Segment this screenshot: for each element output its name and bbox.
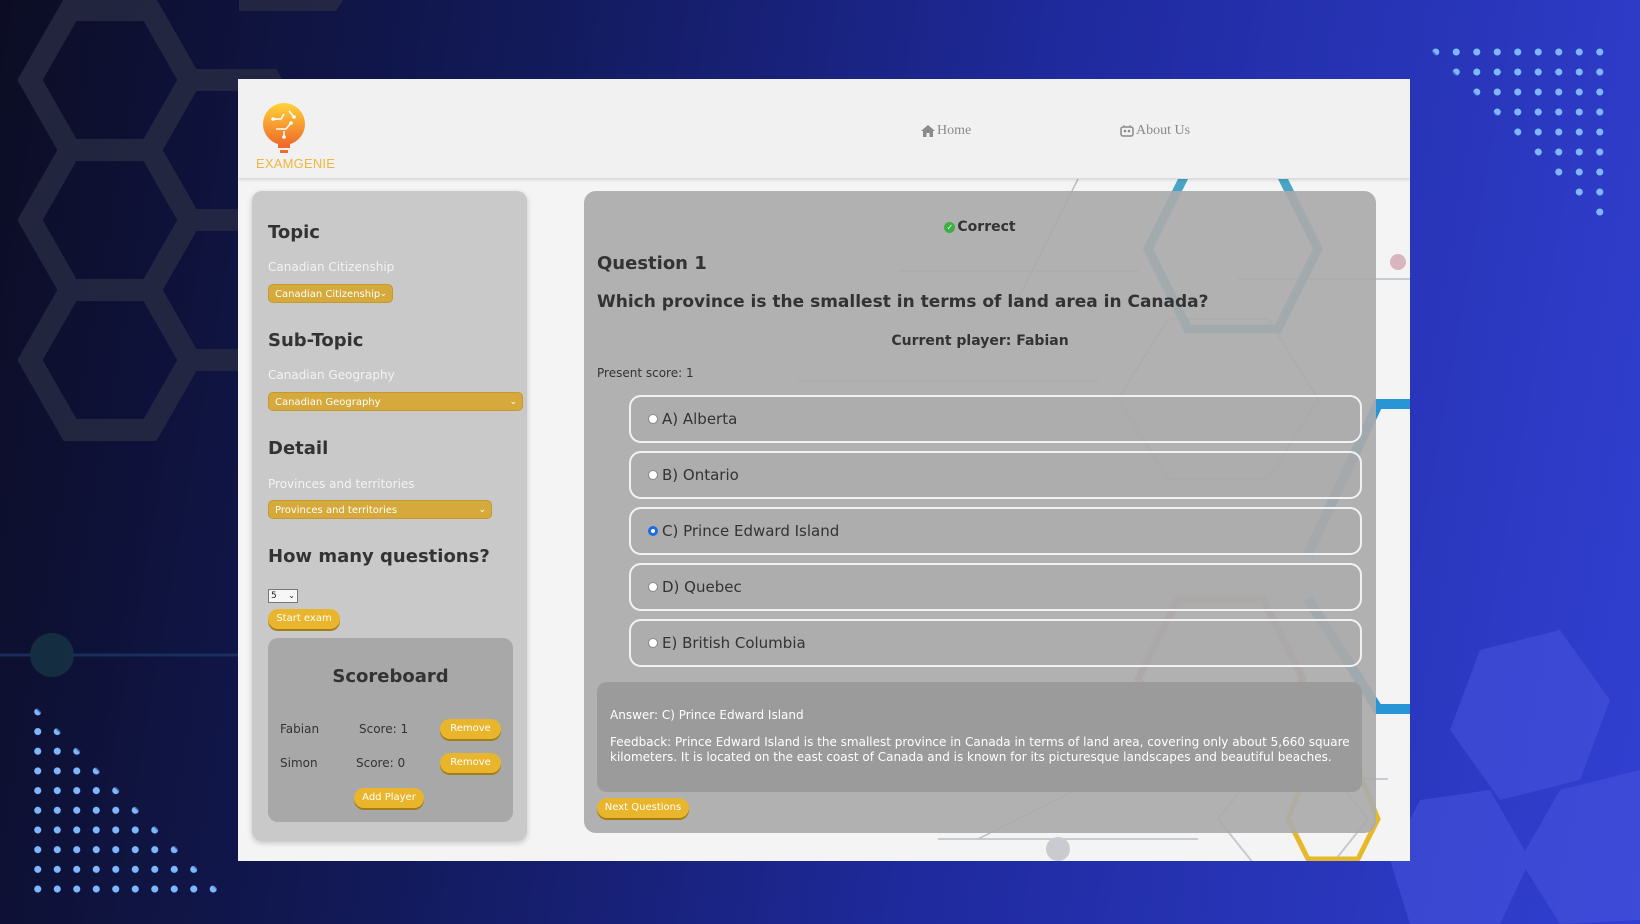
chevron-down-icon: ⌄ <box>478 505 486 515</box>
questions-count-heading: How many questions? <box>268 546 490 567</box>
subtopic-current-value: Canadian Geography <box>268 368 395 382</box>
radio-button-selected[interactable] <box>648 526 658 536</box>
player-name: Fabian <box>280 722 320 736</box>
feedback-text: Feedback: Prince Edward Island is the sm… <box>610 735 1350 764</box>
answer-option-label: D) Quebec <box>662 578 742 596</box>
questions-count-value: 5 <box>271 591 277 601</box>
detail-select[interactable]: Provinces and territories ⌄ <box>268 500 492 519</box>
answer-option-label: C) Prince Edward Island <box>662 522 840 540</box>
app-window: EXAMGENIE Home About Us Topic Canadian C… <box>238 79 1410 861</box>
chevron-down-icon: ⌄ <box>379 289 387 299</box>
player-score: Score: 0 <box>356 756 406 770</box>
player-score: Score: 1 <box>359 722 409 736</box>
scoreboard: Scoreboard Fabian Score: 1 Remove Simon … <box>268 638 513 822</box>
chevron-down-icon: ⌄ <box>288 591 295 600</box>
detail-current-value: Provinces and territories <box>268 477 415 491</box>
answer-option-e[interactable]: E) British Columbia <box>629 619 1362 667</box>
current-player: Current player: Fabian <box>891 333 1069 349</box>
detail-select-value: Provinces and territories <box>275 505 398 516</box>
answer-option-label: A) Alberta <box>662 410 738 428</box>
remove-player-button[interactable]: Remove <box>440 719 501 739</box>
remove-player-button[interactable]: Remove <box>440 753 501 773</box>
radio-button[interactable] <box>648 638 658 648</box>
subtopic-select-value: Canadian Geography <box>275 397 381 408</box>
nav-about-label: About Us <box>1136 123 1191 138</box>
present-score: Present score: 1 <box>597 366 694 380</box>
radio-button[interactable] <box>648 414 658 424</box>
radio-button[interactable] <box>648 470 658 480</box>
topic-select-value: Canadian Citizenship <box>275 289 381 300</box>
scoreboard-title: Scoreboard <box>332 666 449 687</box>
answer-status-text: Correct <box>957 219 1016 235</box>
home-icon <box>921 125 935 137</box>
about-icon <box>1120 125 1134 137</box>
next-question-button[interactable]: Next Questions <box>597 798 689 818</box>
answer-option-a[interactable]: A) Alberta <box>629 395 1362 443</box>
check-circle-icon: ✓ <box>944 222 956 233</box>
nav-home-link[interactable]: Home <box>921 123 971 139</box>
topic-heading: Topic <box>268 222 320 243</box>
start-exam-button[interactable]: Start exam <box>268 609 340 629</box>
decorative-dots-bottom-left <box>28 702 228 902</box>
questions-count-select[interactable]: 5 ⌄ <box>268 589 298 603</box>
quiz-panel: ✓ Correct Question 1 Which province is th… <box>584 191 1376 833</box>
answer-option-label: E) British Columbia <box>662 634 806 652</box>
answer-option-label: B) Ontario <box>662 466 739 484</box>
question-number: Question 1 <box>597 253 707 274</box>
exam-settings-panel: Topic Canadian Citizenship Canadian Citi… <box>252 191 527 841</box>
nav-about-link[interactable]: About Us <box>1120 123 1190 139</box>
answer-status: ✓ Correct <box>584 219 1376 235</box>
question-text: Which province is the smallest in terms … <box>597 292 1209 312</box>
top-navigation-bar: EXAMGENIE Home About Us <box>238 79 1410 179</box>
feedback-box: Answer: C) Prince Edward Island Feedback… <box>597 682 1362 792</box>
detail-heading: Detail <box>268 438 329 459</box>
answer-option-d[interactable]: D) Quebec <box>629 563 1362 611</box>
decorative-dots-top-right <box>1405 42 1605 242</box>
topic-select[interactable]: Canadian Citizenship ⌄ <box>268 284 393 303</box>
answer-option-c[interactable]: C) Prince Edward Island <box>629 507 1362 555</box>
chevron-down-icon: ⌄ <box>509 397 517 407</box>
brand-name: EXAMGENIE <box>256 156 336 171</box>
radio-button[interactable] <box>648 582 658 592</box>
nav-home-label: Home <box>937 123 972 138</box>
add-player-button[interactable]: Add Player <box>354 788 424 808</box>
answer-option-b[interactable]: B) Ontario <box>629 451 1362 499</box>
correct-answer-text: Answer: C) Prince Edward Island <box>610 708 804 722</box>
topic-current-value: Canadian Citizenship <box>268 260 395 274</box>
subtopic-heading: Sub-Topic <box>268 330 364 351</box>
player-name: Simon <box>280 756 318 770</box>
subtopic-select[interactable]: Canadian Geography ⌄ <box>268 392 523 411</box>
